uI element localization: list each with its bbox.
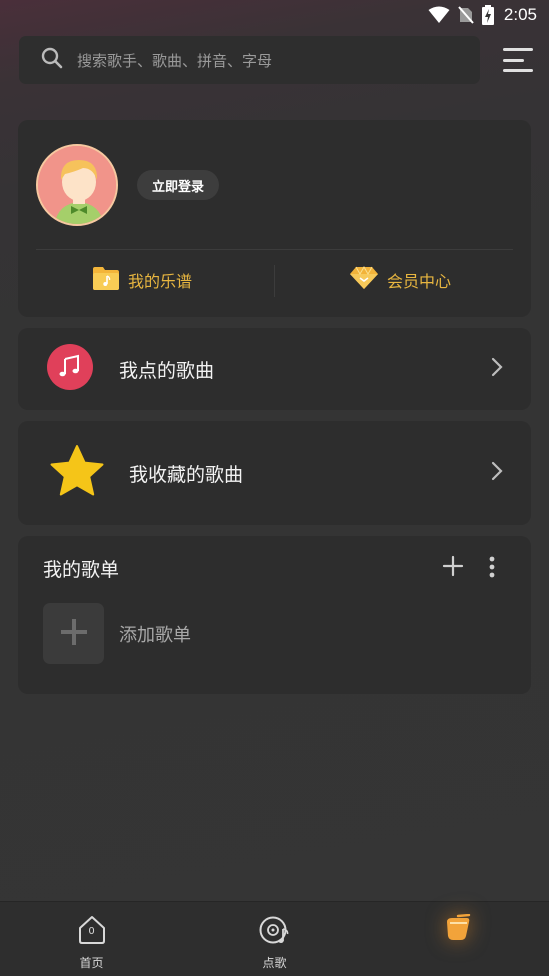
my-scores-link[interactable]: 我的乐谱 xyxy=(92,263,192,297)
my-songs-row[interactable]: 我点的歌曲 xyxy=(18,328,531,410)
favorite-songs-row[interactable]: 我收藏的歌曲 xyxy=(18,421,531,525)
favorite-songs-label: 我收藏的歌曲 xyxy=(129,463,244,486)
my-songs-label: 我点的歌曲 xyxy=(119,359,215,382)
add-playlist-icon[interactable] xyxy=(442,555,464,581)
menu-icon[interactable] xyxy=(501,45,535,75)
add-playlist-label[interactable]: 添加歌单 xyxy=(119,621,191,647)
home-badge: 0 xyxy=(88,926,95,937)
profile-card: 立即登录 我的乐谱 会员中心 xyxy=(18,120,531,317)
nav-mine[interactable] xyxy=(366,902,549,976)
wifi-icon xyxy=(428,6,450,24)
chevron-right-icon xyxy=(491,357,503,381)
nav-home[interactable]: 0 首页 xyxy=(0,902,183,976)
add-playlist-button[interactable] xyxy=(43,603,104,664)
playlists-title: 我的歌单 xyxy=(43,559,120,581)
nav-home-label: 首页 xyxy=(79,956,104,970)
nav-songs[interactable]: 点歌 xyxy=(183,902,366,976)
search-input[interactable]: 搜索歌手、歌曲、拼音、字母 xyxy=(19,36,480,84)
search-icon xyxy=(41,47,63,73)
status-bar: 2:05 xyxy=(0,0,549,30)
battery-charging-icon xyxy=(481,5,494,25)
bottom-nav: 0 首页 点歌 xyxy=(0,901,549,976)
chevron-right-icon xyxy=(491,461,503,485)
nav-songs-label: 点歌 xyxy=(262,956,287,970)
status-time: 2:05 xyxy=(503,5,537,24)
no-sim-icon xyxy=(458,6,474,24)
more-vertical-icon[interactable] xyxy=(488,556,496,582)
divider xyxy=(36,249,513,250)
divider xyxy=(274,265,275,297)
search-placeholder: 搜索歌手、歌曲、拼音、字母 xyxy=(77,51,273,70)
music-note-icon xyxy=(47,344,93,394)
vip-center-label: 会员中心 xyxy=(387,272,452,291)
mine-cup-icon xyxy=(443,913,473,946)
login-button[interactable]: 立即登录 xyxy=(137,170,220,200)
folder-music-icon xyxy=(92,265,120,295)
my-scores-label: 我的乐谱 xyxy=(128,272,193,291)
star-icon xyxy=(49,444,105,502)
plus-icon xyxy=(60,618,88,650)
avatar[interactable] xyxy=(36,144,118,226)
vip-center-link[interactable]: 会员中心 xyxy=(349,263,451,297)
vinyl-music-icon xyxy=(259,915,291,949)
playlists-card: 我的歌单 添加歌单 xyxy=(18,536,531,694)
diamond-icon xyxy=(349,265,379,294)
search-row: 搜索歌手、歌曲、拼音、字母 xyxy=(19,36,535,84)
home-icon: 0 xyxy=(77,915,107,949)
